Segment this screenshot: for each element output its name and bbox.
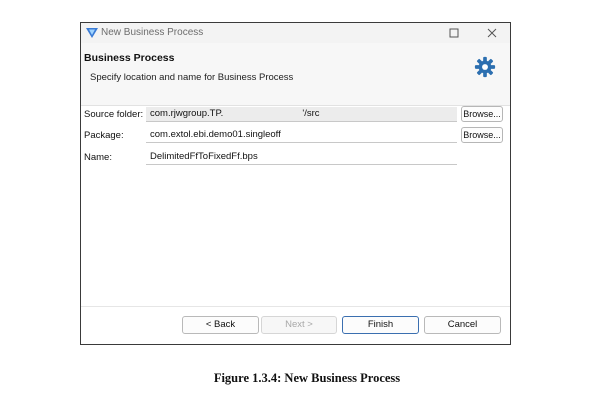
figure-caption: Figure 1.3.4: New Business Process xyxy=(213,371,401,385)
new-business-process-dialog: New Business Process Business Process Sp… xyxy=(80,22,511,345)
package-browse-button[interactable]: Browse... xyxy=(461,127,503,143)
cancel-button[interactable]: Cancel xyxy=(424,316,501,334)
back-button[interactable]: < Back xyxy=(182,316,259,334)
finish-button[interactable]: Finish xyxy=(342,316,419,334)
name-field[interactable]: DelimitedFfToFixedFf.bps xyxy=(146,150,457,165)
source-folder-label: Source folder: xyxy=(84,109,144,120)
extol-logo-icon xyxy=(85,26,99,40)
header-description: Specify location and name for Business P… xyxy=(90,72,294,83)
footer-divider xyxy=(81,306,510,307)
maximize-button[interactable] xyxy=(436,23,472,43)
window-title: New Business Process xyxy=(101,27,204,38)
wizard-header: Business Process Specify location and na… xyxy=(81,43,510,106)
package-label: Package: xyxy=(84,130,124,141)
close-button[interactable] xyxy=(474,23,510,43)
title-bar: New Business Process xyxy=(81,23,510,43)
name-label: Name: xyxy=(84,152,112,163)
source-folder-field[interactable]: com.rjwgroup.TP. '/src xyxy=(146,107,457,122)
header-title: Business Process xyxy=(84,52,175,64)
gear-icon xyxy=(474,56,496,78)
package-field[interactable]: com.extol.ebi.demo01.singleoff xyxy=(146,128,457,143)
next-button[interactable]: Next > xyxy=(261,316,337,334)
source-folder-browse-button[interactable]: Browse... xyxy=(461,106,503,122)
close-icon xyxy=(487,28,497,38)
maximize-icon xyxy=(449,28,459,38)
